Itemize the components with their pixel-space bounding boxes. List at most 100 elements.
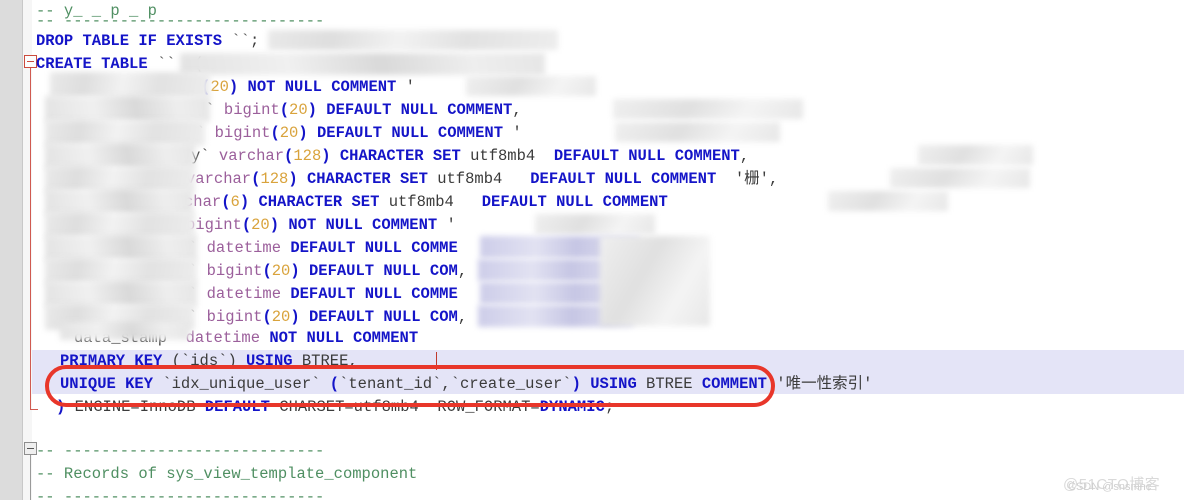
code-token-plain: ,	[457, 308, 468, 326]
redacted-block	[466, 76, 596, 96]
code-token-paren: (	[270, 124, 280, 142]
code-line[interactable]: ` bigint(20) DEFAULT NULL COM,	[188, 306, 467, 329]
code-token-kw: DEFAULT NULL COMMENT	[553, 147, 740, 165]
code-token-paren: (	[221, 193, 231, 211]
code-line[interactable]: ` datetime DEFAULT NULL COMME	[188, 237, 458, 260]
redacted-block	[180, 53, 545, 75]
code-token-kw: USING	[590, 375, 637, 393]
code-token-plain: `tenant_id`,`create_user`	[339, 375, 572, 393]
code-token-paren: )	[298, 124, 308, 142]
code-line[interactable]: -- Records of sys_view_template_componen…	[36, 463, 417, 486]
code-token-paren: (	[329, 375, 340, 393]
code-token-paren: (	[284, 147, 294, 165]
code-line[interactable]: ` bigint(20) DEFAULT NULL COM,	[188, 260, 467, 283]
fold-minus-icon	[27, 448, 34, 449]
code-token-plain: ENGINE=InnoDB	[65, 398, 205, 416]
code-token-typ: varchar	[186, 170, 252, 188]
code-token-plain: (`ids`)	[162, 352, 247, 370]
redacted-block	[613, 99, 803, 119]
code-token-typ: datetime	[197, 285, 282, 303]
text-caret	[436, 352, 437, 370]
redacted-block	[890, 168, 1030, 188]
editor-gutter	[0, 0, 23, 500]
code-line[interactable]: -- ----------------------------	[36, 440, 324, 463]
code-line[interactable]: varchar(128) CHARACTER SET utf8mb4 DEFAU…	[186, 168, 778, 191]
code-token-num: 20	[279, 124, 299, 142]
code-line[interactable]: UNIQUE KEY `idx_unique_user` (`tenant_id…	[60, 373, 872, 396]
code-token-typ: bigint	[205, 124, 271, 142]
code-token-paren: )	[321, 147, 331, 165]
code-line[interactable]: PRIMARY KEY (`ids`) USING BTREE,	[60, 350, 358, 373]
code-token-num: 20	[210, 78, 229, 96]
code-line[interactable]: char(6) CHARACTER SET utf8mb4 DEFAULT NU…	[184, 191, 668, 214]
code-token-paren: )	[290, 262, 300, 280]
code-token-num: 20	[271, 308, 291, 326]
code-token-kw: PRIMARY KEY	[60, 352, 163, 370]
code-token-tick: `	[156, 55, 167, 73]
code-line[interactable]: d` bigint(20) DEFAULT NULL COMMENT,	[196, 99, 522, 122]
code-token-paren: (	[262, 308, 272, 326]
code-token-tick: `	[231, 32, 241, 50]
code-token-kw: NOT NULL COMMENT	[260, 329, 419, 347]
code-token-kw: CHARACTER SET	[297, 170, 428, 188]
code-token-cmt: -- ----------------------------	[36, 12, 325, 30]
code-token-plain: utf8mb4	[379, 193, 482, 211]
code-token-kw: DEFAULT NULL COMMENT	[481, 193, 668, 211]
code-token-plain: ,	[739, 147, 750, 165]
code-line[interactable]: DROP TABLE IF EXISTS ``;	[36, 30, 259, 53]
code-token-paren: (	[279, 101, 290, 119]
code-line[interactable]: ) ENGINE=InnoDB DEFAULT CHARSET=utf8mb4 …	[56, 396, 614, 419]
fold-minus-icon	[27, 61, 34, 62]
code-line[interactable]: ` bigint(20) DEFAULT NULL COMMENT '	[196, 122, 522, 145]
code-token-plain: BTREE,	[292, 352, 358, 370]
code-token-plain: '	[396, 78, 415, 96]
code-token-num: 20	[251, 216, 270, 234]
redacted-block	[268, 30, 558, 50]
code-token-plain: utf8mb4	[460, 147, 554, 165]
code-token-plain: `idx_unique_user`	[153, 375, 330, 393]
code-token-kw: CHARACTER SET	[249, 193, 380, 211]
code-token-plain: utf8mb4	[427, 170, 531, 188]
code-line[interactable]: y` varchar(128) CHARACTER SET utf8mb4 DE…	[191, 145, 749, 168]
code-token-typ: varchar	[209, 147, 285, 165]
code-token-kw: DEFAULT NULL COMME	[281, 239, 458, 257]
code-token-typ: bigint	[197, 262, 263, 280]
code-token-paren: (	[262, 262, 272, 280]
code-line[interactable]: bigint(20) NOT NULL COMMENT '	[186, 214, 456, 237]
code-token-plain: '栅	[716, 170, 760, 188]
fold-rail-records	[30, 450, 31, 500]
code-token-paren: (	[241, 216, 252, 234]
code-token-kw: CREATE TABLE	[36, 55, 148, 73]
redacted-block	[615, 122, 780, 142]
code-token-plain: ;	[604, 398, 615, 416]
code-token-cmt: -- ----------------------------	[36, 442, 325, 460]
code-token-paren: )	[56, 398, 66, 416]
watermark-secondary: CSDN @snsmnc	[1068, 481, 1152, 493]
sql-editor-screenshot: -- y_ _ p _ p -- ------------------------…	[0, 0, 1184, 500]
code-token-kw: USING	[246, 352, 293, 370]
redacted-block	[828, 191, 948, 211]
code-token-paren: )	[228, 78, 239, 96]
code-token-kw: DEFAULT NULL COM	[299, 262, 458, 280]
code-token-kw: DEFAULT NULL COMMENT	[316, 101, 513, 119]
code-token-kw: DEFAULT NULL COM	[299, 308, 458, 326]
code-token-tick: `	[166, 55, 176, 73]
code-line[interactable]: (20) NOT NULL COMMENT '	[201, 76, 415, 99]
code-token-kw: DYNAMIC	[539, 398, 605, 416]
code-token-num: 20	[289, 101, 308, 119]
code-token-tick: `	[240, 32, 250, 50]
code-token-plain: ;	[249, 32, 260, 50]
code-token-num: 6	[230, 193, 240, 211]
code-line[interactable]: ` datetime DEFAULT NULL COMME	[188, 283, 458, 306]
code-token-plain: ,	[457, 262, 468, 280]
redacted-block	[50, 72, 210, 98]
code-token-kw: COMMENT	[701, 375, 767, 393]
code-line[interactable]: -- ----------------------------	[36, 486, 324, 500]
code-token-plain: ',	[759, 170, 779, 188]
code-token-kw: NOT NULL COMMENT	[238, 78, 397, 96]
code-token-kw: UNIQUE KEY	[60, 375, 154, 393]
redacted-block	[535, 214, 655, 234]
